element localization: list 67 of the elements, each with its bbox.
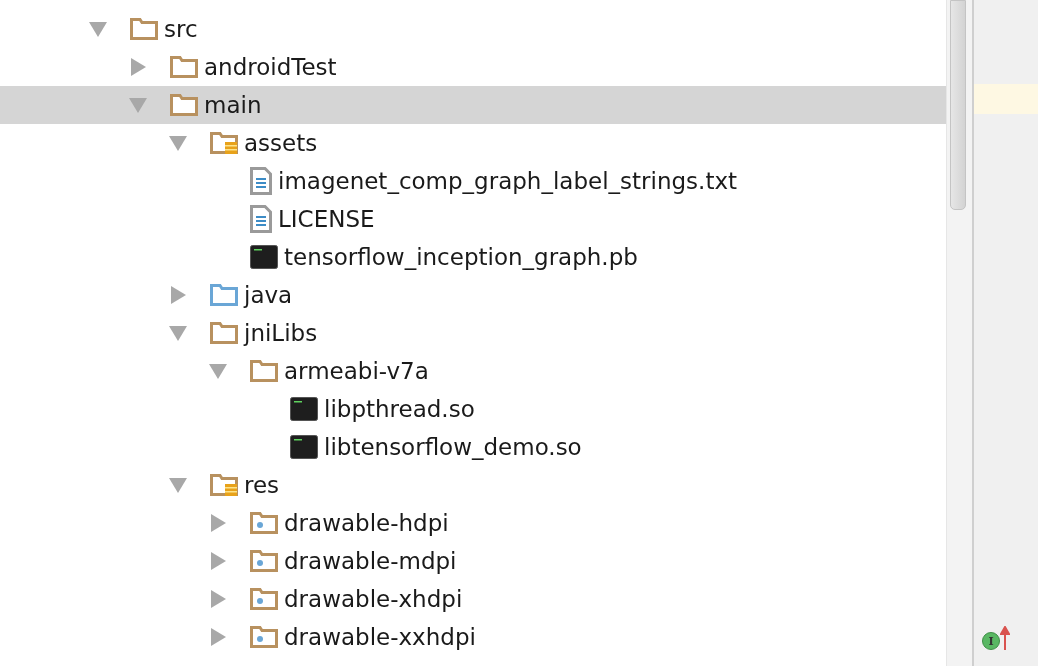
text-file-icon	[250, 205, 272, 233]
tree-label: armeabi-v7a	[284, 358, 429, 384]
expanded-arrow-icon[interactable]	[168, 476, 188, 494]
tree-row[interactable]: drawable-xhdpi	[0, 580, 946, 618]
tree-label: drawable-mdpi	[284, 548, 457, 574]
tree-row[interactable]: drawable-hdpi	[0, 504, 946, 542]
tree-row[interactable]: src	[0, 10, 946, 48]
tree-label: src	[164, 16, 198, 42]
line-highlight	[974, 84, 1038, 114]
collapsed-arrow-icon[interactable]	[208, 514, 228, 532]
terminal-file-icon	[290, 397, 318, 421]
folder-icon	[210, 284, 238, 306]
tree-label: java	[244, 282, 293, 308]
tree-label: res	[244, 472, 280, 498]
text-file-icon	[250, 167, 272, 195]
implemented-badge[interactable]: I	[982, 632, 1000, 650]
tree-row[interactable]: armeabi-v7a	[0, 352, 946, 390]
folder-icon	[250, 512, 278, 534]
tree-label: drawable-xhdpi	[284, 586, 463, 612]
terminal-file-icon	[250, 245, 278, 269]
tree-row[interactable]: imagenet_comp_graph_label_strings.txt	[0, 162, 946, 200]
expanded-arrow-icon[interactable]	[208, 362, 228, 380]
expanded-arrow-icon[interactable]	[88, 20, 108, 38]
tree-row[interactable]: libpthread.so	[0, 390, 946, 428]
folder-icon	[170, 56, 198, 78]
tree-label: libpthread.so	[324, 396, 475, 422]
tree-label: jniLibs	[244, 320, 318, 346]
folder-icon	[170, 94, 198, 116]
folder-icon	[250, 626, 278, 648]
folder-icon	[250, 588, 278, 610]
tree-label: imagenet_comp_graph_label_strings.txt	[278, 168, 738, 194]
tree-label: tensorflow_inception_graph.pb	[284, 244, 638, 270]
tree-row[interactable]: drawable-xxhdpi	[0, 618, 946, 656]
expanded-arrow-icon[interactable]	[168, 324, 188, 342]
tree-row[interactable]: androidTest	[0, 48, 946, 86]
folder-icon	[250, 360, 278, 382]
collapsed-arrow-icon[interactable]	[208, 628, 228, 646]
tree-label: assets	[244, 130, 318, 156]
tree-row[interactable]: drawable-mdpi	[0, 542, 946, 580]
tree-label: main	[204, 92, 262, 118]
tree-row[interactable]: tensorflow_inception_graph.pb	[0, 238, 946, 276]
collapsed-arrow-icon[interactable]	[128, 58, 148, 76]
tree-row[interactable]: assets	[0, 124, 946, 162]
folder-database-icon	[210, 474, 238, 496]
tree-label: androidTest	[204, 54, 337, 80]
scrollbar-thumb[interactable]	[950, 0, 966, 210]
collapsed-arrow-icon[interactable]	[208, 590, 228, 608]
collapsed-arrow-icon[interactable]	[168, 286, 188, 304]
tree-label: LICENSE	[278, 206, 375, 232]
terminal-file-icon	[290, 435, 318, 459]
expanded-arrow-icon[interactable]	[128, 96, 148, 114]
folder-icon	[130, 18, 158, 40]
folder-icon	[250, 550, 278, 572]
tree-label: libtensorflow_demo.so	[324, 434, 582, 460]
tree-row[interactable]: main	[0, 86, 946, 124]
up-arrow-icon[interactable]	[1000, 626, 1010, 650]
expanded-arrow-icon[interactable]	[168, 134, 188, 152]
tree-row[interactable]: java	[0, 276, 946, 314]
tree-label: drawable-hdpi	[284, 510, 449, 536]
folder-icon	[210, 322, 238, 344]
tree-row[interactable]: jniLibs	[0, 314, 946, 352]
folder-database-icon	[210, 132, 238, 154]
tree-row[interactable]: res	[0, 466, 946, 504]
collapsed-arrow-icon[interactable]	[208, 552, 228, 570]
tree-row[interactable]: LICENSE	[0, 200, 946, 238]
tree-label: drawable-xxhdpi	[284, 624, 476, 650]
tree-row[interactable]: libtensorflow_demo.so	[0, 428, 946, 466]
